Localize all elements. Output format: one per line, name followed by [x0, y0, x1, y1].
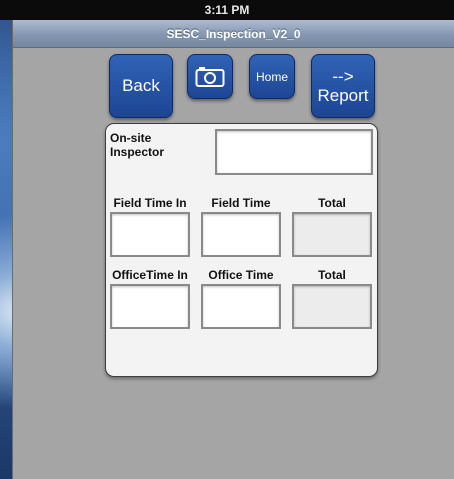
title-bar: SESC_Inspection_V2_0: [13, 20, 454, 48]
field-total-output: [292, 212, 372, 257]
office-time-in-input[interactable]: [110, 284, 190, 329]
field-time-out-input[interactable]: [201, 212, 281, 257]
back-button-label: Back: [122, 76, 160, 95]
office-time-in-label: OfficeTime In: [112, 268, 188, 282]
field-time-in-input[interactable]: [110, 212, 190, 257]
camera-icon: [195, 66, 225, 87]
camera-button[interactable]: [187, 54, 233, 99]
inspection-form-panel: On-site Inspector Field Time In Field Ti…: [105, 123, 378, 377]
inspector-label: On-site Inspector: [110, 131, 165, 159]
office-time-out-input[interactable]: [201, 284, 281, 329]
home-button-label: Home: [255, 69, 288, 84]
app-window: SESC_Inspection_V2_0 Back Home --> Repor…: [12, 20, 454, 479]
report-button[interactable]: --> Report: [311, 54, 375, 118]
report-button-label: Report: [317, 86, 369, 105]
back-button[interactable]: Back: [109, 54, 173, 118]
office-total-output: [292, 284, 372, 329]
home-button[interactable]: Home: [249, 54, 295, 99]
report-arrow: -->: [332, 67, 354, 86]
inspector-field[interactable]: [215, 129, 373, 175]
office-total-label: Total: [318, 268, 346, 282]
status-bar: 3:11 PM: [0, 0, 454, 20]
field-total-label: Total: [318, 196, 346, 210]
app-title: SESC_Inspection_V2_0: [166, 26, 301, 41]
status-time: 3:11 PM: [204, 3, 250, 17]
field-time-in-label: Field Time In: [113, 196, 187, 210]
